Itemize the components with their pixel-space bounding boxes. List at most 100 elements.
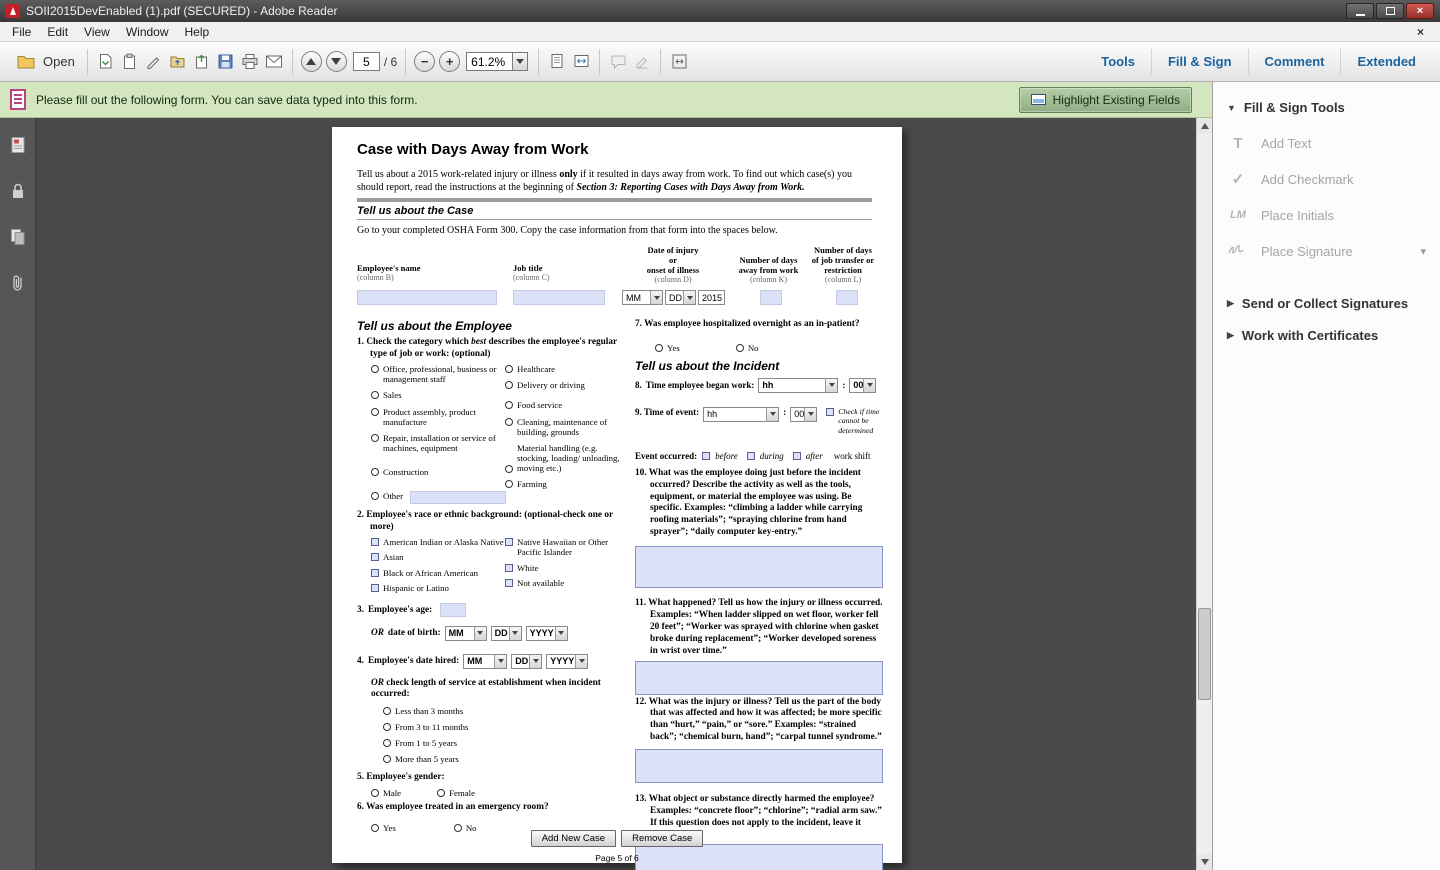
place-initials-tool[interactable]: LM Place Initials <box>1213 197 1440 233</box>
radio-button[interactable] <box>383 723 391 731</box>
radio-button[interactable] <box>655 344 663 352</box>
page-thumbnails-icon[interactable] <box>7 134 29 156</box>
began-work-minute-select[interactable]: 00 <box>849 378 876 393</box>
race-option[interactable]: Hispanic or Latino <box>371 583 505 593</box>
question-12-textarea[interactable] <box>635 749 883 783</box>
extended-link[interactable]: Extended <box>1340 49 1432 75</box>
gender-option-male[interactable]: Male <box>371 788 401 798</box>
sticky-note-icon[interactable] <box>606 50 630 74</box>
before-checkbox[interactable] <box>702 452 710 460</box>
hospitalized-option-yes[interactable]: Yes <box>655 343 680 353</box>
radio-button[interactable] <box>371 789 379 797</box>
zoom-in-button[interactable]: + <box>439 51 460 72</box>
scroll-up-button[interactable] <box>1197 118 1213 134</box>
race-option[interactable]: White <box>505 563 623 573</box>
birth-month-select[interactable]: MM <box>445 626 487 641</box>
export-file-icon[interactable] <box>166 50 190 74</box>
checkbox[interactable] <box>505 579 513 587</box>
paste-clipboard-icon[interactable] <box>118 50 142 74</box>
checkbox[interactable] <box>505 564 513 572</box>
highlight-existing-fields-button[interactable]: Highlight Existing Fields <box>1019 87 1192 113</box>
signature-dropdown-icon[interactable]: ▾ <box>1420 245 1426 258</box>
injury-month-select[interactable]: MM <box>622 290 663 305</box>
service-option[interactable]: From 1 to 5 years <box>383 738 625 748</box>
race-option[interactable]: American Indian or Alaska Native <box>371 537 505 547</box>
fit-width-icon[interactable] <box>569 50 593 74</box>
checkbox[interactable] <box>505 538 513 546</box>
race-option[interactable]: Native Hawaiian or Other Pacific Islande… <box>505 537 623 557</box>
radio-button[interactable] <box>383 755 391 763</box>
zoom-dropdown-button[interactable] <box>512 52 528 71</box>
during-checkbox[interactable] <box>747 452 755 460</box>
category-option[interactable]: Material handling (e.g. stocking, loadin… <box>505 443 623 473</box>
days-away-input[interactable] <box>760 290 782 305</box>
checkbox[interactable] <box>371 538 379 546</box>
radio-button[interactable] <box>505 418 513 426</box>
question-10-textarea[interactable] <box>635 546 883 588</box>
sign-pen-icon[interactable] <box>142 50 166 74</box>
menu-window[interactable]: Window <box>118 23 177 41</box>
employee-age-input[interactable] <box>440 603 466 617</box>
service-option[interactable]: Less than 3 months <box>383 706 625 716</box>
category-option[interactable]: Cleaning, maintenance of building, groun… <box>505 417 623 437</box>
minimize-button[interactable] <box>1346 3 1374 19</box>
category-option[interactable]: Repair, installation or service of machi… <box>371 433 505 453</box>
race-option[interactable]: Not available <box>505 578 623 588</box>
email-icon[interactable] <box>262 50 286 74</box>
event-hour-select[interactable]: hh <box>703 407 779 422</box>
category-option[interactable]: Product assembly, product manufacture <box>371 407 505 427</box>
radio-button[interactable] <box>371 408 379 416</box>
hired-month-select[interactable]: MM <box>463 654 507 669</box>
radio-button[interactable] <box>371 468 379 476</box>
add-checkmark-tool[interactable]: ✓ Add Checkmark <box>1213 161 1440 197</box>
race-option[interactable]: Black or African American <box>371 568 505 578</box>
security-lock-icon[interactable] <box>7 180 29 202</box>
question-11-textarea[interactable] <box>635 661 883 695</box>
hospitalized-option-no[interactable]: No <box>736 343 759 353</box>
menu-help[interactable]: Help <box>177 23 218 41</box>
category-option[interactable]: Healthcare <box>505 364 623 374</box>
category-option-other[interactable]: Other <box>371 491 505 504</box>
remove-case-button[interactable]: Remove Case <box>621 830 703 847</box>
radio-button[interactable] <box>383 707 391 715</box>
tools-link[interactable]: Tools <box>1085 49 1151 75</box>
time-undetermined-checkbox[interactable] <box>826 408 834 416</box>
category-option[interactable]: Office, professional, business or manage… <box>371 364 505 384</box>
hired-year-select[interactable]: YYYY <box>546 654 588 669</box>
add-text-tool[interactable]: T Add Text <box>1213 125 1440 161</box>
highlight-text-icon[interactable] <box>630 50 654 74</box>
injury-day-select[interactable]: DD <box>665 290 696 305</box>
zoom-level-input[interactable] <box>466 52 512 71</box>
print-icon[interactable] <box>238 50 262 74</box>
scrollbar-thumb[interactable] <box>1198 608 1211 700</box>
radio-button[interactable] <box>505 465 513 473</box>
page-number-input[interactable] <box>353 52 380 71</box>
menubar-close-icon[interactable]: × <box>1417 25 1424 39</box>
category-option[interactable]: Food service <box>505 400 623 410</box>
category-option[interactable]: Sales <box>371 390 505 400</box>
scroll-down-button[interactable] <box>1197 854 1213 870</box>
open-button[interactable]: Open <box>8 47 81 77</box>
zoom-out-button[interactable]: − <box>414 51 435 72</box>
fullscreen-icon[interactable] <box>667 50 691 74</box>
radio-button[interactable] <box>383 739 391 747</box>
save-file-icon[interactable] <box>214 50 238 74</box>
scrolling-mode-icon[interactable] <box>545 50 569 74</box>
radio-button[interactable] <box>505 401 513 409</box>
fill-sign-link[interactable]: Fill & Sign <box>1151 49 1248 75</box>
after-checkbox[interactable] <box>793 452 801 460</box>
close-button[interactable]: × <box>1406 3 1434 19</box>
radio-button[interactable] <box>371 492 379 500</box>
category-option[interactable]: Farming <box>505 479 623 489</box>
hired-day-select[interactable]: DD <box>511 654 542 669</box>
radio-button[interactable] <box>371 434 379 442</box>
checkbox[interactable] <box>371 584 379 592</box>
next-page-button[interactable] <box>326 51 347 72</box>
fill-sign-tools-header[interactable]: ▼ Fill & Sign Tools <box>1213 96 1440 125</box>
employee-name-input[interactable] <box>357 290 497 305</box>
restore-button[interactable] <box>1376 3 1404 19</box>
radio-button[interactable] <box>505 365 513 373</box>
radio-button[interactable] <box>437 789 445 797</box>
checkbox[interactable] <box>371 569 379 577</box>
checkbox[interactable] <box>371 553 379 561</box>
